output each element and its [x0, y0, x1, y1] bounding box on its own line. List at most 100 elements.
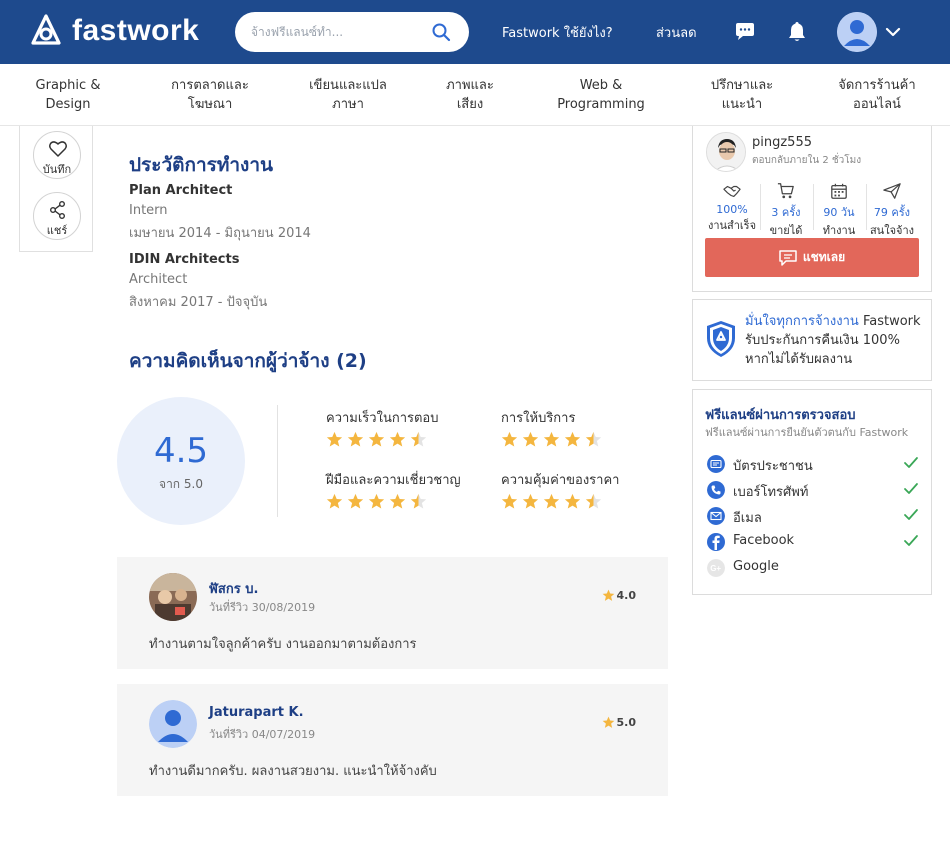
check-icon — [904, 535, 918, 546]
star-icon — [602, 716, 614, 728]
review-score-value: 5.0 — [616, 716, 637, 729]
review-score: 4.0 — [602, 589, 636, 602]
star-icon — [522, 431, 539, 447]
category-web-programming[interactable]: Web & Programming — [542, 76, 660, 114]
reviewer-name[interactable]: ฬัสกร บ. — [209, 578, 258, 599]
verification-subtitle: ฟรีแลนซ์ผ่านการยืนยันตัวตนกับ Fastwork — [705, 426, 909, 439]
star-icon — [543, 431, 560, 447]
star-icon — [501, 493, 518, 509]
star-icon — [585, 493, 602, 509]
logo-text: fastwork — [72, 14, 200, 47]
verification-label: อีเมล — [733, 511, 762, 526]
review-card: Jaturapart K. วันที่รีวิว 04/07/2019 5.0… — [117, 684, 668, 796]
verification-item-phone: เบอร์โทรศัพท์ — [707, 480, 919, 500]
chat-now-button[interactable]: แชทเลย — [705, 238, 919, 277]
chat-now-label: แชทเลย — [802, 250, 846, 264]
search-box — [235, 12, 469, 52]
how-it-works-link[interactable]: Fastwork ใช้ยังไง? — [502, 22, 613, 43]
check-icon — [904, 483, 918, 494]
check-icon — [904, 509, 918, 520]
category-online-store[interactable]: จัดการร้านค้า ออนไลน์ — [820, 76, 934, 114]
star-rating — [501, 431, 602, 449]
star-icon — [564, 431, 581, 447]
work-history-heading: ประวัติการทำงาน — [129, 154, 273, 176]
stat-label: สนใจจ้าง — [869, 224, 915, 237]
reviewer-photo-icon — [149, 573, 197, 621]
job-period: สิงหาคม 2017 - ปัจจุบัน — [129, 295, 268, 310]
stat-label: งานสำเร็จ — [707, 219, 757, 232]
chevron-down-icon[interactable] — [885, 24, 901, 40]
rating-out-of: จาก 5.0 — [159, 477, 203, 491]
star-icon — [564, 493, 581, 509]
star-icon — [368, 431, 385, 447]
id-card-icon — [707, 455, 725, 473]
review-card: ฬัสกร บ. วันที่รีวิว 30/08/2019 4.0 ทำงา… — [117, 557, 668, 669]
guarantee-text: มั่นใจทุกการจ้างงาน Fastwork รับประกันกา… — [745, 312, 925, 369]
stat-sold: 3 ครั้ง ขายได้ — [759, 182, 813, 239]
check-icon — [904, 457, 918, 468]
category-label: แนะนำ — [721, 97, 763, 112]
seller-response-time: ตอบกลับภายใน 2 ชั่วโมง — [752, 155, 862, 166]
guarantee-card: มั่นใจทุกการจ้างงาน Fastwork รับประกันกา… — [692, 299, 932, 381]
search-icon[interactable] — [431, 22, 451, 42]
review-date: วันที่รีวิว 04/07/2019 — [209, 728, 316, 741]
heart-icon — [49, 141, 67, 157]
job-company: IDIN Architects — [129, 252, 240, 267]
category-marketing[interactable]: การตลาดและ โฆษณา — [152, 76, 268, 114]
verification-label: บัตรประชาชน — [733, 459, 813, 474]
facebook-icon — [707, 533, 725, 551]
reviewer-name[interactable]: Jaturapart K. — [209, 705, 304, 720]
seller-username[interactable]: pingz555 — [752, 135, 812, 150]
top-navbar: fastwork Fastwork ใช้ยังไง? ส่วนลด — [0, 0, 950, 64]
stat-success-rate: 100% งานสำเร็จ — [705, 182, 759, 234]
save-button[interactable]: บันทึก — [33, 131, 81, 179]
verification-item-facebook: Facebook — [707, 532, 919, 552]
share-label: แชร์ — [46, 224, 68, 237]
fastwork-logo[interactable]: fastwork — [28, 12, 199, 50]
category-label: ภาษา — [332, 97, 364, 112]
star-icon — [326, 493, 343, 509]
stat-days-working: 90 วัน ทำงาน — [812, 182, 866, 239]
stat-label: ทำงาน — [822, 224, 856, 237]
category-graphic-design[interactable]: Graphic & Design — [18, 76, 118, 114]
seller-photo-icon — [707, 133, 745, 171]
review-text: ทำงานดีมากครับ. ผลงานสวยงาม. แนะนำให้จ้า… — [149, 764, 437, 779]
user-avatar[interactable] — [837, 12, 877, 52]
share-button[interactable]: แชร์ — [33, 192, 81, 240]
category-consulting[interactable]: ปรึกษาและ แนะนำ — [690, 76, 794, 114]
chat-bubble-icon[interactable] — [733, 20, 757, 44]
category-label: Web & — [579, 78, 623, 93]
search-input[interactable] — [251, 22, 421, 42]
category-writing-translation[interactable]: เขียนและแปล ภาษา — [290, 76, 406, 114]
verification-label: Facebook — [733, 533, 795, 548]
bell-icon[interactable] — [785, 20, 809, 44]
verification-label: เบอร์โทรศัพท์ — [733, 485, 809, 500]
stat-value: 3 ครั้ง — [771, 206, 801, 219]
star-icon — [389, 431, 406, 447]
chat-icon — [779, 249, 797, 266]
seller-avatar[interactable] — [706, 132, 746, 172]
stat-label: ขายได้ — [769, 224, 803, 237]
guarantee-line1: มั่นใจทุกการจ้างงาน Fastwork — [745, 312, 925, 331]
star-icon — [368, 493, 385, 509]
category-label: ออนไลน์ — [853, 97, 901, 112]
phone-icon — [707, 481, 725, 499]
category-photo-audio[interactable]: ภาพและ เสียง — [420, 76, 520, 114]
job-period: เมษายน 2014 - มิถุนายน 2014 — [129, 226, 311, 241]
discount-link[interactable]: ส่วนลด — [656, 22, 697, 43]
star-icon — [585, 431, 602, 447]
shield-icon — [707, 321, 735, 357]
job-company: Plan Architect — [129, 183, 233, 198]
user-avatar-icon — [837, 12, 877, 52]
default-avatar-icon — [149, 700, 197, 748]
category-label: Programming — [557, 97, 645, 112]
calendar-icon — [831, 183, 847, 199]
guarantee-line3: หากไม่ได้รับผลงาน — [745, 352, 853, 367]
star-icon — [347, 431, 364, 447]
category-label: เขียนและแปล — [309, 78, 387, 93]
average-rating-value: 4.5 — [153, 431, 209, 471]
review-text: ทำงานตามใจลูกค้าครับ งานออกมาตามต้องการ — [149, 637, 417, 652]
category-label: โฆษณา — [187, 97, 233, 112]
stat-value: 100% — [716, 203, 748, 216]
reviewer-avatar — [149, 700, 197, 748]
